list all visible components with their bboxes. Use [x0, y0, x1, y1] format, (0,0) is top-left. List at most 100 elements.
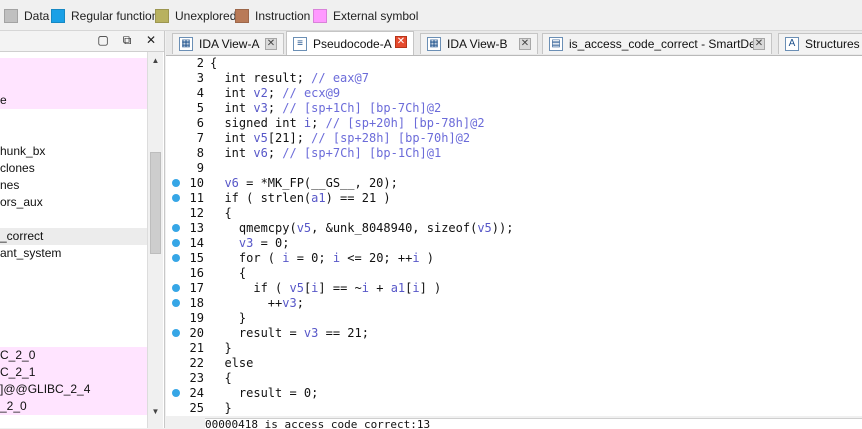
function-name: nes	[0, 178, 20, 192]
function-name: _2_0	[0, 399, 27, 413]
tab-close-icon[interactable]: ✕	[395, 36, 407, 48]
functions-window: ▢ ⧉ ✕ e hunk_bx clones nes ors_aux _correct an…	[0, 31, 165, 428]
tab-label: Pseudocode-A	[313, 36, 392, 51]
line-number: 24	[189, 386, 204, 400]
function-row[interactable]: ]@@GLIBC_2_4	[0, 381, 147, 398]
line-number: 5	[196, 101, 204, 115]
code-line[interactable]: 20 result = v3 == 21;	[166, 326, 862, 341]
code-line[interactable]: 13 qmemcpy(v5, &unk_8048940, sizeof(v5))…	[166, 221, 862, 236]
code-line[interactable]: 16 {	[166, 266, 862, 281]
code-line[interactable]: 10 v6 = *MK_FP(__GS__, 20);	[166, 176, 862, 191]
line-number: 23	[189, 371, 204, 385]
function-name: C_2_0	[0, 348, 36, 362]
function-name: ors_aux	[0, 195, 43, 209]
tab-pseudocode-a[interactable]: ≡ Pseudocode-A ✕	[286, 31, 414, 55]
function-name: ant_system	[0, 246, 62, 260]
legend-regular-function: Regular function	[51, 9, 158, 23]
breakpoint-dot-icon[interactable]	[172, 299, 180, 307]
code-line[interactable]: 11 if ( strlen(a1) == 21 )	[166, 191, 862, 206]
code-line[interactable]: 8 int v6; // [sp+7Ch] [bp-1Ch]@1	[166, 146, 862, 161]
scrollbar-thumb[interactable]	[150, 152, 161, 254]
code-line[interactable]: 14 v3 = 0;	[166, 236, 862, 251]
function-row[interactable]: _correct	[0, 228, 147, 245]
breakpoint-dot-icon[interactable]	[172, 284, 180, 292]
function-row[interactable]	[0, 126, 147, 143]
line-number: 14	[189, 236, 204, 250]
code-line[interactable]: 12 {	[166, 206, 862, 221]
line-number: 17	[189, 281, 204, 295]
code-line[interactable]: 19 }	[166, 311, 862, 326]
code-line[interactable]: 5 int v3; // [sp+1Ch] [bp-7Ch]@2	[166, 101, 862, 116]
legend-swatch	[155, 9, 169, 23]
function-row[interactable]: _2_0	[0, 398, 147, 415]
float-window-icon[interactable]: ⧉	[120, 33, 134, 47]
function-row[interactable]	[0, 58, 147, 75]
code-line[interactable]: 3 int result; // eax@7	[166, 71, 862, 86]
function-row[interactable]	[0, 262, 147, 279]
breakpoint-dot-icon[interactable]	[172, 179, 180, 187]
tab-smartdec[interactable]: ▤ is_access_code_correct - SmartDec ✕	[542, 33, 772, 54]
breakpoint-dot-icon[interactable]	[172, 329, 180, 337]
function-row[interactable]	[0, 211, 147, 228]
tab-close-icon[interactable]: ✕	[753, 38, 765, 50]
breakpoint-dot-icon[interactable]	[172, 389, 180, 397]
function-row[interactable]: e	[0, 92, 147, 109]
function-row[interactable]: ors_aux	[0, 194, 147, 211]
legend-external-symbol: External symbol	[313, 9, 418, 23]
legend-swatch	[313, 9, 327, 23]
function-list: e hunk_bx clones nes ors_aux _correct ant_syst…	[0, 52, 147, 428]
code-line[interactable]: 2{	[166, 56, 862, 71]
code-line[interactable]: 22 else	[166, 356, 862, 371]
breakpoint-dot-icon[interactable]	[172, 239, 180, 247]
tab-structures[interactable]: A Structures	[778, 33, 862, 54]
line-number: 6	[196, 116, 204, 130]
function-row[interactable]: hunk_bx	[0, 143, 147, 160]
code-line[interactable]: 7 int v5[21]; // [sp+28h] [bp-70h]@2	[166, 131, 862, 146]
breakpoint-dot-icon[interactable]	[172, 224, 180, 232]
tab-ida-view-a[interactable]: ▦ IDA View-A ✕	[172, 33, 284, 54]
code-line[interactable]: 18 ++v3;	[166, 296, 862, 311]
breakpoint-dot-icon[interactable]	[172, 194, 180, 202]
code-line[interactable]: 4 int v2; // ecx@9	[166, 86, 862, 101]
minimize-icon[interactable]: ▢	[96, 33, 110, 47]
function-row[interactable]	[0, 313, 147, 330]
code-text: if ( v5[i] == ~i + a1[i] )	[210, 281, 442, 295]
code-line[interactable]: 15 for ( i = 0; i <= 20; ++i )	[166, 251, 862, 266]
breakpoint-dot-icon[interactable]	[172, 254, 180, 262]
tab-close-icon[interactable]: ✕	[265, 38, 277, 50]
pseudocode-editor[interactable]: 2{3 int result; // eax@7 4 int v2; // ecx…	[166, 56, 862, 416]
functions-scrollbar[interactable]: ▲ ▼	[147, 52, 163, 428]
code-text: }	[210, 311, 247, 325]
scroll-up-icon[interactable]: ▲	[150, 55, 161, 66]
ida-view-icon: ▦	[427, 37, 441, 51]
function-row[interactable]: C_2_0	[0, 347, 147, 364]
tab-ida-view-b[interactable]: ▦ IDA View-B ✕	[420, 33, 538, 54]
function-row[interactable]	[0, 279, 147, 296]
function-row[interactable]	[0, 296, 147, 313]
function-row[interactable]: ant_system	[0, 245, 147, 262]
function-name: clones	[0, 161, 35, 175]
function-row[interactable]	[0, 109, 147, 126]
code-line[interactable]: 23 {	[166, 371, 862, 386]
code-text: v3 = 0;	[238, 236, 290, 250]
code-line[interactable]: 6 signed int i; // [sp+20h] [bp-78h]@2	[166, 116, 862, 131]
function-row[interactable]	[0, 330, 147, 347]
code-line[interactable]: 9	[166, 161, 862, 176]
code-text: int result; // eax@7	[210, 71, 369, 85]
code-text: for ( i = 0; i <= 20; ++i )	[210, 251, 435, 265]
code-line[interactable]: 24 result = 0;	[166, 386, 862, 401]
function-row[interactable]	[0, 75, 147, 92]
code-line[interactable]: 25 }	[166, 401, 862, 416]
function-row[interactable]: nes	[0, 177, 147, 194]
code-text: {	[210, 56, 218, 70]
code-line[interactable]: 21 }	[166, 341, 862, 356]
close-icon[interactable]: ✕	[144, 33, 158, 47]
function-row[interactable]: C_2_1	[0, 364, 147, 381]
code-line[interactable]: 17 if ( v5[i] == ~i + a1[i] )	[166, 281, 862, 296]
scroll-down-icon[interactable]: ▼	[150, 406, 161, 417]
code-text: result = v3 == 21;	[210, 326, 369, 340]
tab-close-icon[interactable]: ✕	[519, 38, 531, 50]
function-row[interactable]: clones	[0, 160, 147, 177]
legend-label: External symbol	[333, 9, 419, 23]
line-number: 10	[189, 176, 204, 190]
